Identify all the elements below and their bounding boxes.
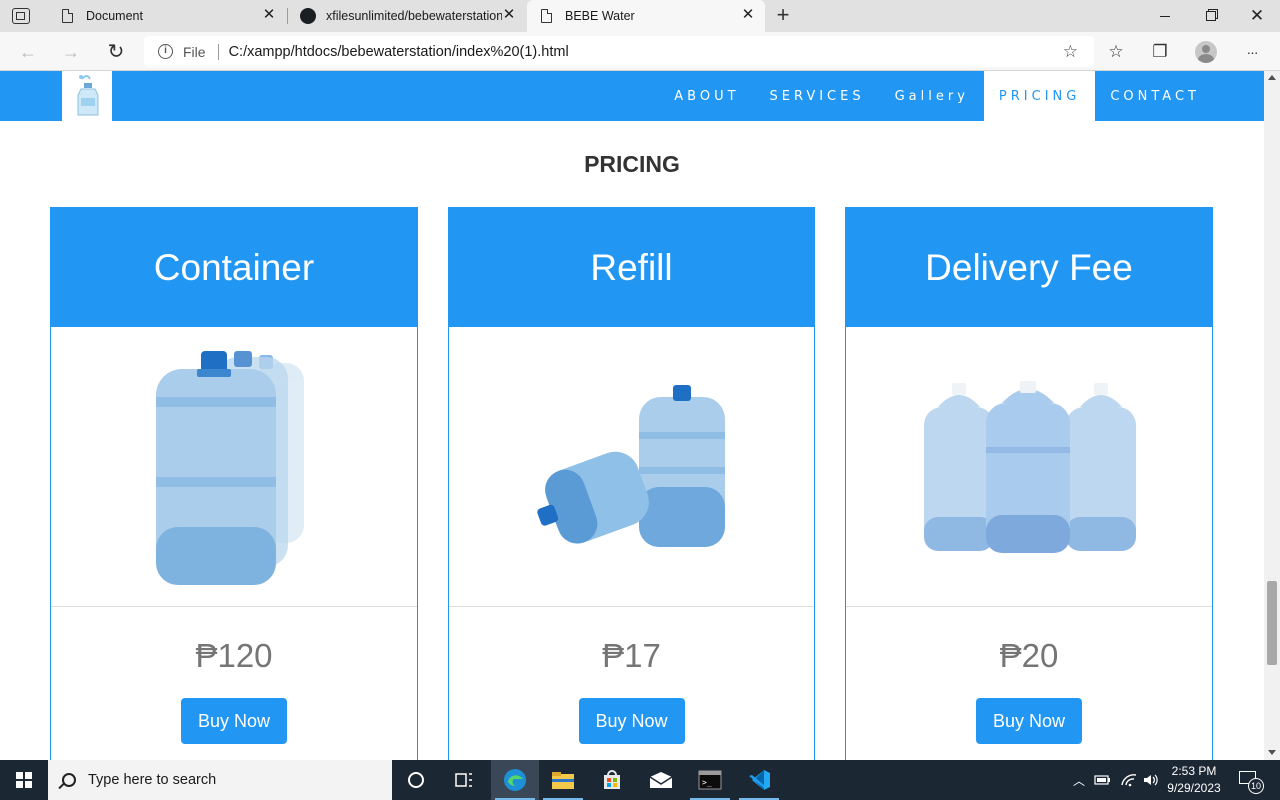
store-icon[interactable] (588, 760, 636, 800)
profile-avatar[interactable] (1195, 41, 1217, 63)
new-tab-button[interactable]: + (773, 4, 793, 26)
minimize-button[interactable] (1142, 0, 1188, 32)
page-scrollbar[interactable] (1264, 71, 1280, 760)
nav-about[interactable]: ABOUT (659, 71, 754, 121)
product-image-refill (449, 327, 814, 607)
nav-services[interactable]: SERVICES (755, 71, 880, 121)
task-view-button[interactable] (440, 760, 488, 800)
nav-pricing[interactable]: PRICING (983, 71, 1096, 121)
url-text[interactable]: C:/xampp/htdocs/bebewaterstation/index%2… (229, 44, 569, 60)
divider (217, 43, 219, 60)
refresh-button[interactable]: ↻ (104, 40, 128, 64)
battery-icon[interactable] (1092, 760, 1114, 800)
address-bar[interactable]: i File C:/xampp/htdocs/bebewaterstation/… (144, 36, 1094, 67)
price-label: ₱20 (999, 637, 1059, 674)
windows-logo-icon (16, 772, 32, 788)
start-button[interactable] (0, 760, 48, 800)
action-center-button[interactable]: 10 (1236, 770, 1264, 794)
close-icon[interactable]: ✕ (262, 7, 276, 22)
page-icon (60, 8, 76, 24)
notification-count-badge: 10 (1248, 778, 1264, 794)
pricing-card-delivery-fee: Delivery Fee ₱20 Buy Now (845, 207, 1213, 760)
pricing-card-refill: Refill ₱17 Buy Now (448, 207, 815, 760)
close-icon[interactable]: ✕ (741, 7, 755, 22)
scroll-up-icon[interactable] (1268, 75, 1276, 80)
wifi-icon[interactable] (1118, 760, 1140, 800)
price-label: ₱120 (195, 637, 273, 674)
close-icon[interactable]: ✕ (502, 7, 516, 22)
search-placeholder: Type here to search (88, 772, 217, 788)
search-icon (62, 773, 76, 787)
edge-taskbar-icon[interactable] (491, 760, 539, 800)
nav-gallery[interactable]: Gallery (880, 71, 984, 121)
file-explorer-icon[interactable] (539, 760, 587, 800)
tab-title: Document (86, 9, 143, 23)
page-viewport: ABOUT SERVICES Gallery PRICING CONTACT P… (0, 71, 1264, 760)
show-hidden-icons-button[interactable]: ︿ (1070, 760, 1088, 800)
back-button[interactable]: ← (16, 40, 40, 64)
price-label: ₱17 (602, 637, 661, 674)
buy-now-button[interactable]: Buy Now (181, 698, 287, 744)
vscode-icon[interactable] (735, 760, 783, 800)
windows-taskbar: Type here to search >_ ︿ 2:53 PM 9/29/20… (0, 760, 1280, 800)
buy-now-button[interactable]: Buy Now (976, 698, 1082, 744)
card-title: Container (51, 208, 417, 327)
cortana-button[interactable] (392, 760, 440, 800)
forward-button[interactable]: → (59, 40, 83, 64)
tab-title: xfilesunlimited/bebewaterstation (326, 9, 502, 23)
browser-toolbar: ← → ↻ i File C:/xampp/htdocs/bebewaterst… (0, 32, 1280, 71)
mail-icon[interactable] (637, 760, 685, 800)
browser-tab-document[interactable]: Document ✕ (48, 0, 286, 32)
pricing-card-container: Container ₱120 Buy Now (50, 207, 418, 760)
taskbar-clock[interactable]: 2:53 PM 9/29/2023 (1158, 763, 1230, 797)
clock-date: 9/29/2023 (1167, 781, 1221, 795)
more-menu-button[interactable]: ··· (1240, 40, 1264, 64)
add-favorite-icon[interactable]: ☆ (1063, 42, 1078, 62)
page-icon (539, 8, 555, 24)
section-title: PRICING (584, 151, 680, 177)
card-title: Delivery Fee (846, 208, 1212, 327)
tab-actions-icon[interactable] (12, 8, 30, 24)
terminal-icon[interactable]: >_ (686, 760, 734, 800)
site-navbar: ABOUT SERVICES Gallery PRICING CONTACT (0, 71, 1264, 121)
window-close-button[interactable]: ✕ (1234, 0, 1280, 32)
scroll-down-icon[interactable] (1268, 750, 1276, 755)
info-icon[interactable]: i (158, 44, 173, 59)
favorites-icon[interactable]: ☆ (1104, 40, 1128, 64)
browser-tab-strip: Document ✕ xfilesunlimited/bebewaterstat… (0, 0, 1280, 32)
restore-button[interactable] (1188, 0, 1234, 32)
browser-tab-bebe-water[interactable]: BEBE Water ✕ (527, 0, 765, 32)
clock-time: 2:53 PM (1171, 764, 1217, 778)
collections-icon[interactable]: ❐ (1148, 40, 1172, 64)
product-image-delivery (846, 327, 1212, 607)
card-title: Refill (449, 208, 814, 327)
browser-tab-github[interactable]: xfilesunlimited/bebewaterstation ✕ (288, 0, 526, 32)
scroll-thumb[interactable] (1267, 581, 1277, 665)
tab-title: BEBE Water (565, 9, 635, 23)
bebe-logo[interactable] (62, 71, 112, 121)
url-scheme-label: File (183, 43, 206, 60)
github-icon (300, 8, 316, 24)
taskbar-search-box[interactable]: Type here to search (48, 760, 392, 800)
svg-text:>_: >_ (702, 778, 712, 787)
nav-contact[interactable]: CONTACT (1095, 71, 1264, 121)
buy-now-button[interactable]: Buy Now (578, 698, 685, 744)
product-image-container (51, 327, 417, 607)
site-menu: ABOUT SERVICES Gallery PRICING CONTACT (659, 71, 1264, 121)
